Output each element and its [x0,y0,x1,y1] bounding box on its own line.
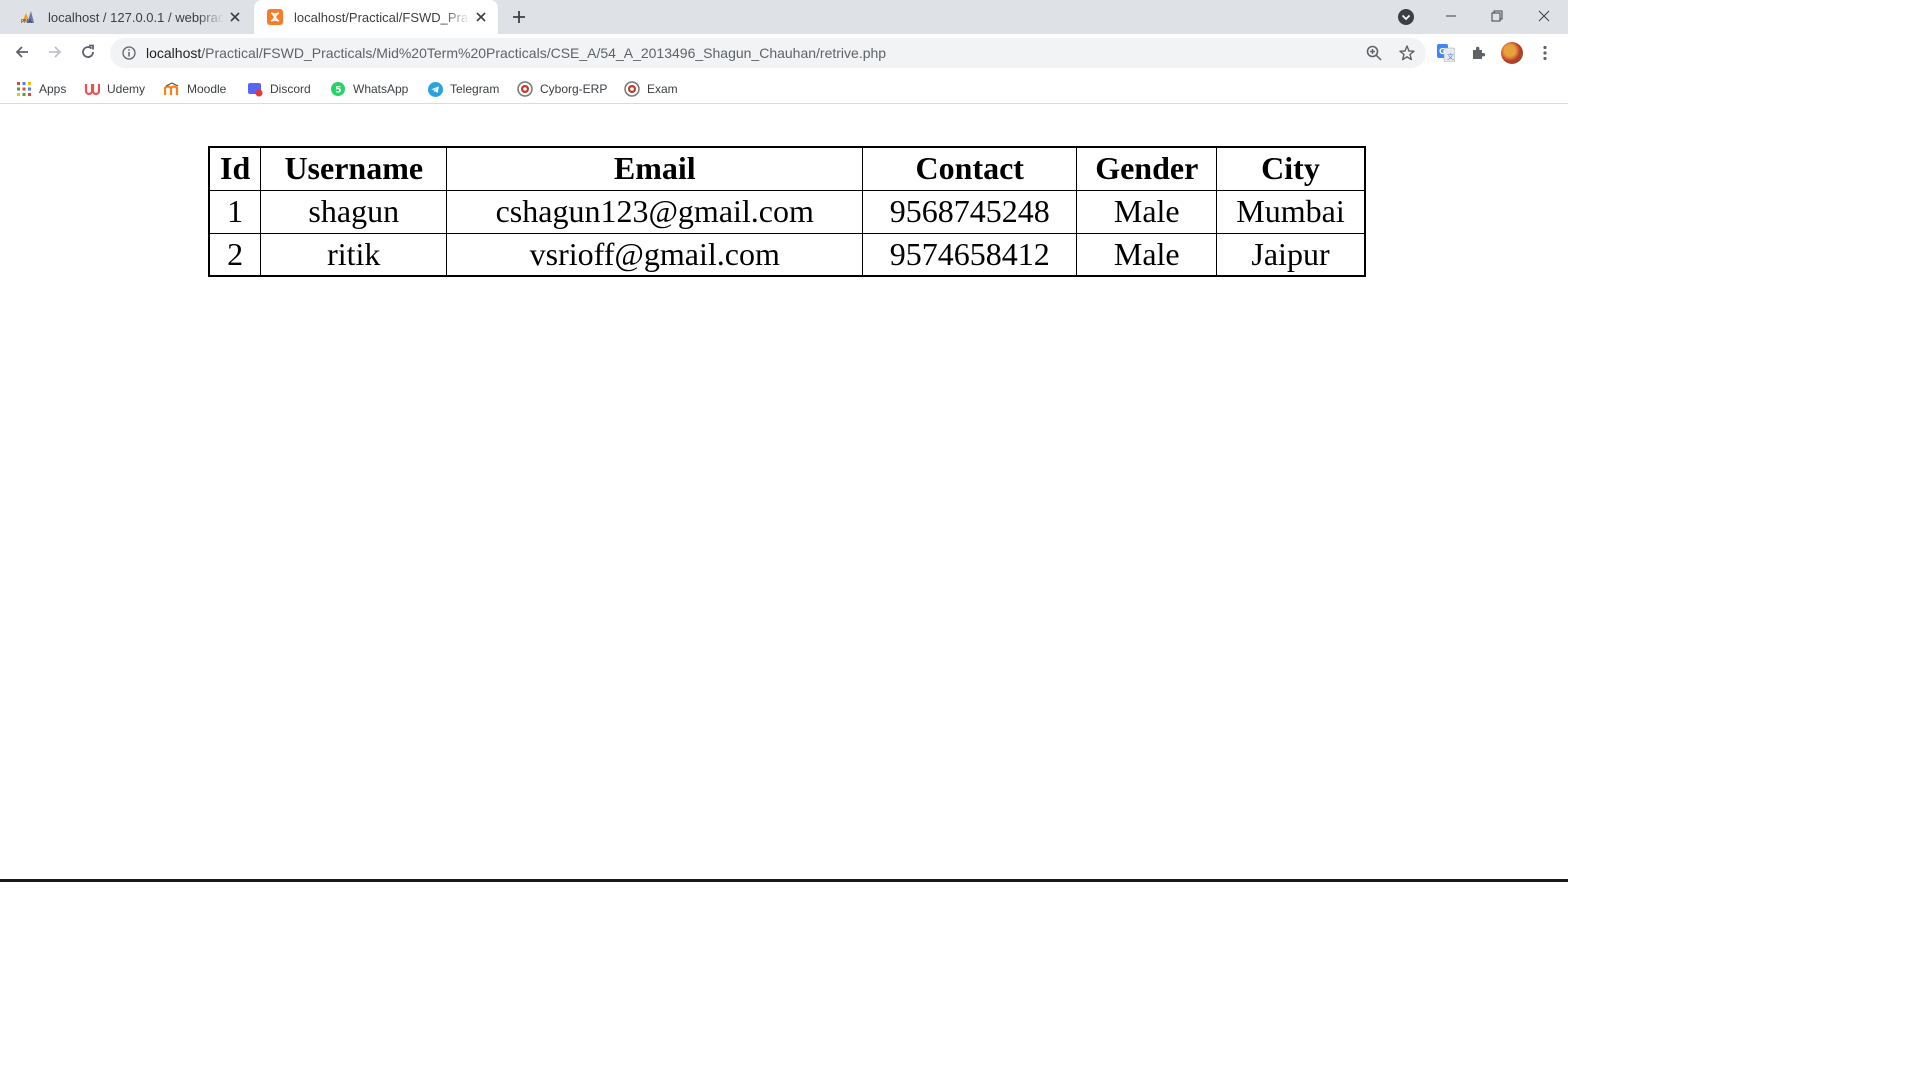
forward-button[interactable] [40,37,70,67]
bookmark-label: Exam [647,82,678,96]
whatsapp-icon: 5 [330,81,346,97]
table-header-row: Id Username Email Contact Gender City [208,146,1366,191]
profile-avatar[interactable] [1500,41,1524,65]
google-translate-icon[interactable]: G 文 [1434,41,1458,65]
reload-button[interactable] [73,37,103,67]
close-icon[interactable] [224,6,246,28]
extensions-puzzle-icon[interactable] [1467,41,1491,65]
header-city: City [1216,146,1366,191]
tab-retrive[interactable]: localhost/Practical/FSWD_Practic [254,0,498,34]
bookmark-label: Moodle [187,82,227,96]
apps-grid-icon [16,81,32,97]
tab-strip: PMA localhost / 127.0.0.1 / webpractic l… [0,0,1568,34]
url-text[interactable]: localhost/Practical/FSWD_Practicals/Mid%… [146,45,1426,61]
close-icon[interactable] [470,6,492,28]
telegram-icon [427,81,443,97]
svg-text:G: G [1439,47,1446,56]
header-username: Username [260,146,448,191]
cell-username: ritik [260,232,448,277]
avatar [1501,42,1523,64]
cell-gender: Male [1076,232,1218,277]
cell-contact: 9568745248 [862,189,1078,234]
svg-text:文: 文 [1447,52,1454,61]
header-id: Id [208,146,262,191]
udemy-icon [84,81,100,97]
reload-icon [82,44,94,58]
cell-username: shagun [260,189,448,234]
discord-icon [247,81,263,97]
header-gender: Gender [1076,146,1218,191]
bookmarks-bar: Apps Udemy Moodle Discord 5 WhatsApp Tel… [0,72,1568,104]
exam-icon [624,81,640,97]
bookmark-whatsapp[interactable]: 5 WhatsApp [324,77,414,101]
cell-id: 2 [208,232,262,277]
header-contact: Contact [862,146,1078,191]
url-host: localhost [146,45,202,61]
cyborg-erp-icon [517,81,533,97]
svg-text:5: 5 [335,86,341,96]
arrow-right-icon [49,46,62,58]
cell-city: Jaipur [1216,232,1366,277]
cell-gender: Male [1076,189,1218,234]
bookmark-telegram[interactable]: Telegram [421,77,505,101]
tab-search-button[interactable] [1394,5,1418,29]
chevron-down-icon [1398,9,1414,25]
bookmark-label: Discord [270,82,311,96]
bookmark-udemy[interactable]: Udemy [78,77,151,101]
svg-text:PMA: PMA [21,19,32,24]
star-icon[interactable] [1395,41,1419,65]
browser-toolbar: localhost/Practical/FSWD_Practicals/Mid%… [0,34,1568,72]
plus-icon [513,11,525,23]
users-table: Id Username Email Contact Gender City 1 … [208,146,1366,277]
minimize-button[interactable] [1428,0,1474,32]
xampp-icon [266,8,284,26]
address-bar[interactable]: localhost/Practical/FSWD_Practicals/Mid%… [110,38,1426,68]
restore-icon [1491,10,1503,22]
bookmark-label: Apps [39,82,67,96]
tab-title: localhost/Practical/FSWD_Practic [294,9,470,25]
bookmark-label: Telegram [450,82,500,96]
header-email: Email [446,146,864,191]
tab-title: localhost / 127.0.0.1 / webpractic [48,9,224,25]
table-row: 1 shagun cshagun123@gmail.com 9568745248… [208,189,1366,234]
bookmark-label: Cyborg-ERP [540,82,608,96]
url-path: /Practical/FSWD_Practicals/Mid%20Term%20… [201,45,887,61]
bookmark-apps[interactable]: Apps [10,77,72,101]
cell-id: 1 [208,189,262,234]
kebab-menu-icon[interactable] [1533,41,1557,65]
info-icon[interactable] [121,45,137,61]
new-tab-button[interactable] [506,4,532,30]
cell-contact: 9574658412 [862,232,1078,277]
taskbar-edge [0,879,1568,882]
bookmark-exam[interactable]: Exam [618,77,684,101]
back-button[interactable] [7,37,37,67]
arrow-left-icon [15,46,28,58]
restore-button[interactable] [1474,0,1520,32]
bookmark-label: WhatsApp [353,82,409,96]
bookmark-discord[interactable]: Discord [241,77,317,101]
close-icon [1538,10,1550,22]
bookmark-label: Udemy [107,82,146,96]
window-close-button[interactable] [1521,0,1567,32]
cell-email: cshagun123@gmail.com [446,189,864,234]
page-content: Id Username Email Contact Gender City 1 … [0,105,1568,882]
bookmark-cyborg-erp[interactable]: Cyborg-ERP [511,77,613,101]
minimize-icon [1446,15,1456,17]
cell-city: Mumbai [1216,189,1366,234]
moodle-icon [164,81,180,97]
tab-phpmyadmin[interactable]: PMA localhost / 127.0.0.1 / webpractic [8,0,252,34]
phpmyadmin-icon: PMA [20,8,38,26]
zoom-icon[interactable] [1362,41,1386,65]
table-row: 2 ritik vsrioff@gmail.com 9574658412 Mal… [208,232,1366,277]
bookmark-moodle[interactable]: Moodle [158,77,232,101]
cell-email: vsrioff@gmail.com [446,232,864,277]
